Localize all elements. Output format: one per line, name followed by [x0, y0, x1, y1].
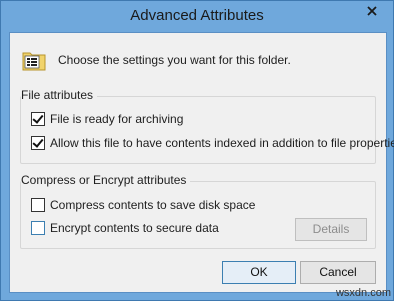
close-button[interactable]: [357, 2, 387, 20]
ok-button[interactable]: OK: [222, 261, 296, 284]
archive-checkbox[interactable]: [31, 112, 45, 126]
file-attributes-title: File attributes: [21, 88, 98, 102]
compress-label: Compress contents to save disk space: [50, 198, 256, 212]
compress-encrypt-title: Compress or Encrypt attributes: [21, 173, 191, 187]
close-icon: [367, 6, 377, 16]
compress-checkbox-row[interactable]: Compress contents to save disk space: [31, 198, 255, 212]
encrypt-label: Encrypt contents to secure data: [50, 221, 219, 235]
advanced-attributes-dialog: Advanced Attributes Choose the settings …: [0, 0, 394, 301]
dialog-body: Choose the settings you want for this fo…: [9, 32, 394, 293]
encrypt-checkbox[interactable]: [31, 221, 45, 235]
encrypt-checkbox-row[interactable]: Encrypt contents to secure data: [31, 221, 219, 235]
archive-checkbox-row[interactable]: File is ready for archiving: [31, 112, 183, 126]
compress-encrypt-group: Compress or Encrypt attributes Compress …: [20, 173, 376, 249]
file-attributes-group: File attributes File is ready for archiv…: [20, 88, 394, 164]
title-bar[interactable]: Advanced Attributes: [1, 1, 393, 32]
dialog-title: Advanced Attributes: [130, 7, 264, 24]
compress-checkbox[interactable]: [31, 198, 45, 212]
header-row: Choose the settings you want for this fo…: [20, 43, 370, 77]
index-checkbox-row[interactable]: Allow this file to have contents indexed…: [31, 136, 394, 150]
instruction-text: Choose the settings you want for this fo…: [58, 53, 291, 67]
cancel-button[interactable]: Cancel: [300, 261, 376, 284]
folder-attributes-icon: [22, 52, 46, 71]
details-button[interactable]: Details: [295, 218, 367, 241]
watermark-text: wsxdn.com: [335, 287, 391, 299]
index-checkbox[interactable]: [31, 136, 45, 150]
index-label: Allow this file to have contents indexed…: [50, 136, 394, 150]
archive-label: File is ready for archiving: [50, 112, 184, 126]
